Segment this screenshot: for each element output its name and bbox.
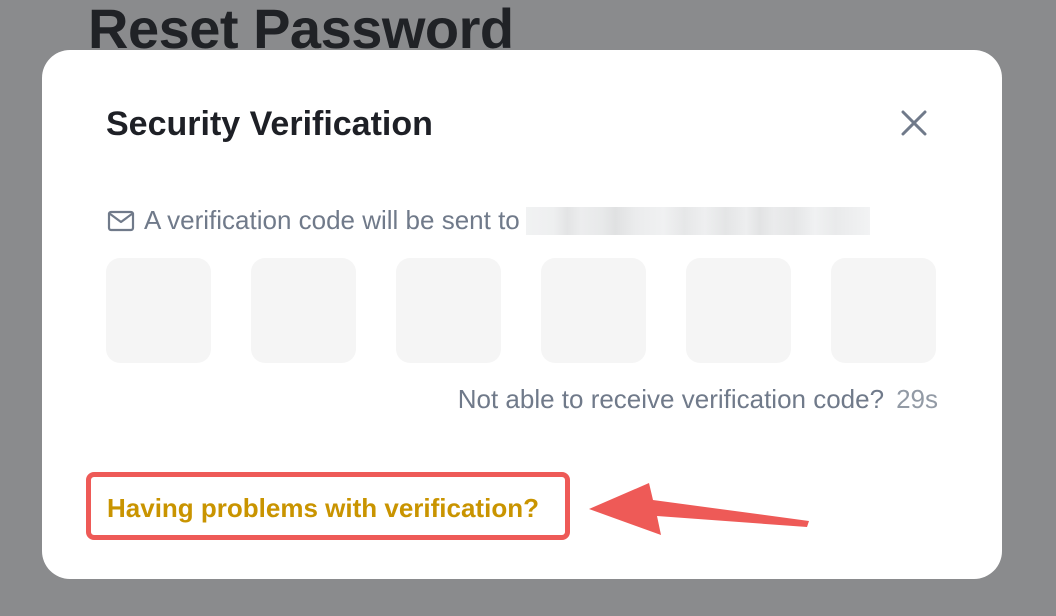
- close-icon: [901, 110, 927, 136]
- sent-message-text: A verification code will be sent to: [144, 205, 520, 235]
- code-digit-2[interactable]: [251, 258, 356, 363]
- code-digit-4[interactable]: [541, 258, 646, 363]
- verification-sent-message: A verification code will be sent to: [106, 205, 870, 236]
- code-digit-1[interactable]: [106, 258, 211, 363]
- mail-icon: [106, 206, 136, 236]
- redacted-email: [525, 206, 870, 235]
- modal-title: Security Verification: [106, 105, 433, 143]
- annotation-arrow-icon: [589, 483, 809, 535]
- resend-countdown: 29s: [896, 384, 938, 414]
- resend-prompt-link[interactable]: Not able to receive verification code?: [458, 384, 884, 414]
- code-digit-6[interactable]: [831, 258, 936, 363]
- code-digit-3[interactable]: [396, 258, 501, 363]
- code-digit-5[interactable]: [686, 258, 791, 363]
- resend-row: Not able to receive verification code? 29…: [458, 384, 938, 415]
- close-button[interactable]: [897, 106, 931, 140]
- annotation-highlight-box: [86, 472, 570, 540]
- verification-code-inputs: [106, 258, 936, 363]
